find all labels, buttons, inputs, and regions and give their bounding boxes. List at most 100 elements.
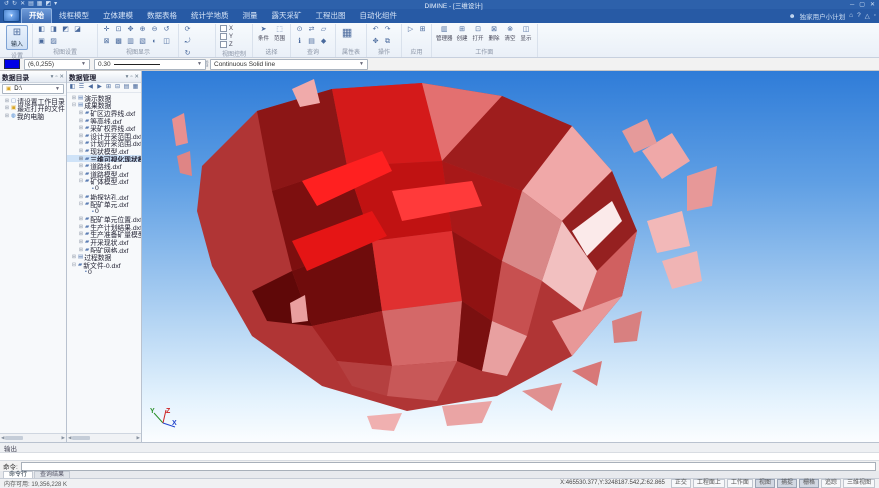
tree-item[interactable]: ⊞ ▰ 计划开采范围.dxf <box>67 140 141 148</box>
tree-item[interactable]: ⊞ ◍ 我的电脑 <box>0 112 66 120</box>
workspace-show-button[interactable]: ◫ 显示 <box>520 25 533 42</box>
collapse-ribbon-icon[interactable]: △ <box>865 12 870 20</box>
tree-item[interactable]: ⊞ ▰ 勘探钻孔.dxf <box>67 193 141 201</box>
status-toggle[interactable]: 追踪 <box>821 479 841 488</box>
shade-icon[interactable]: ▧ <box>138 37 147 46</box>
workspace-open-button[interactable]: ⊡ 打开 <box>472 25 485 42</box>
close-icon[interactable]: ✕ <box>870 1 875 8</box>
view-front-icon[interactable]: ◧ <box>37 25 46 34</box>
query-distance-icon[interactable]: ⇄ <box>307 25 316 34</box>
light-icon[interactable]: ◐ <box>150 37 159 46</box>
dock-menu-icon[interactable]: ▾ <box>51 74 54 80</box>
zoom-extents-icon[interactable]: ✛ <box>102 25 111 34</box>
model-3d[interactable] <box>142 71 879 442</box>
expander-icon[interactable]: ⊞ <box>4 113 10 119</box>
expander-icon[interactable]: ⊞ <box>78 216 84 222</box>
maximize-icon[interactable]: ▢ <box>859 1 865 8</box>
tree-item[interactable]: ⊞ ▰ 配矿网格.dxf <box>67 246 141 254</box>
redo-op-icon[interactable]: ↷ <box>383 25 392 34</box>
app-menu-button[interactable]: ▾ <box>3 9 20 22</box>
expander-icon[interactable]: ⊟ <box>78 178 84 184</box>
pin-icon[interactable]: ▫ <box>130 74 132 80</box>
ribbon-tab[interactable]: 开始 <box>21 8 52 23</box>
workspace-clear-button[interactable]: ⊗ 清空 <box>504 25 517 42</box>
horizontal-scrollbar[interactable]: ◀ ▶ <box>0 433 66 442</box>
tree-item[interactable]: ⊞ ▰ 开采现状.dxf <box>67 238 141 246</box>
tree-item[interactable]: ▪ 0 <box>67 208 141 216</box>
hide-icon[interactable]: ⊠ <box>102 37 111 46</box>
status-toggle[interactable]: 工程面上 <box>693 479 725 488</box>
ribbon-tab[interactable]: 测量 <box>236 9 265 23</box>
axis-lock-checkbox[interactable]: Y <box>220 33 233 40</box>
bottom-tab[interactable]: 查询结果 <box>34 471 70 478</box>
collapse-all-icon[interactable]: ⊟ <box>114 83 121 92</box>
tree-item[interactable]: ⊞ ▰ 配矿单元位置.dxf <box>67 216 141 224</box>
status-toggle[interactable]: 视图 <box>755 479 775 488</box>
active-color-swatch[interactable] <box>4 59 20 69</box>
tree-item[interactable]: ▪ 0 <box>67 269 141 277</box>
output-panel-header[interactable]: 输出 <box>0 442 879 453</box>
move-icon[interactable]: ✥ <box>371 37 380 46</box>
copy-op-icon[interactable]: ⧉ <box>383 37 392 46</box>
tree-item[interactable]: ⊟ ▰ 新文件-0.dxf <box>67 261 141 269</box>
tree-item[interactable]: ⊞ ▤ 过程数据 <box>67 253 141 261</box>
expander-icon[interactable]: ⊞ <box>78 110 84 116</box>
pin-icon[interactable]: ▫ <box>55 74 57 80</box>
expander-icon[interactable]: ⊞ <box>78 156 84 162</box>
expander-icon[interactable]: ⊞ <box>78 231 84 237</box>
query-layer-icon[interactable]: ▤ <box>307 37 316 46</box>
close-panel-icon[interactable]: ✕ <box>134 74 139 80</box>
ribbon-tab[interactable]: 统计学地质 <box>184 9 236 23</box>
tree-item[interactable]: ⊟ ▰ 配矿单元.dxf <box>67 200 141 208</box>
plugin-icon[interactable]: ⊞ <box>418 25 427 34</box>
expander-icon[interactable]: ⊞ <box>78 148 84 154</box>
account-label[interactable]: 独家用户小计划 <box>800 11 846 21</box>
query-volume-icon[interactable]: ◆ <box>319 37 328 46</box>
view-side-icon[interactable]: ◩ <box>61 25 70 34</box>
scroll-right-icon[interactable]: ▶ <box>137 435 140 441</box>
import-button[interactable]: ⊞ 输入 <box>6 25 28 50</box>
expander-icon[interactable]: ⊞ <box>71 95 77 101</box>
spin-icon[interactable]: ↻ <box>183 49 192 58</box>
expander-icon[interactable]: ⊞ <box>78 194 84 200</box>
refresh-icon[interactable]: ↺ <box>162 25 171 34</box>
command-input[interactable] <box>21 462 876 471</box>
scroll-left-icon[interactable]: ◀ <box>68 435 71 441</box>
drive-combo[interactable]: ▣ D:\ ▼ <box>2 84 64 94</box>
scroll-thumb[interactable] <box>5 436 23 440</box>
expander-icon[interactable]: ⊞ <box>78 133 84 139</box>
zoom-out-icon[interactable]: ⊖ <box>150 25 159 34</box>
view-mode-icon[interactable]: ◧ <box>69 83 76 92</box>
tree-item[interactable]: ⊞ ▰ 三维可视化现状模型.dm <box>67 155 141 163</box>
expander-icon[interactable]: ⊟ <box>78 201 84 207</box>
rotate-axis-icon[interactable]: ⤾ <box>183 37 192 46</box>
apply-template-icon[interactable]: ▷ <box>406 25 415 34</box>
tree-item[interactable]: ⊞ ▰ 矿区边界线.dxf <box>67 109 141 117</box>
zoom-in-icon[interactable]: ⊕ <box>138 25 147 34</box>
expander-icon[interactable]: ⊞ <box>78 125 84 131</box>
tree-item[interactable]: ⊞ ▰ 道路线.dxf <box>67 162 141 170</box>
ribbon-tab[interactable]: 工程出图 <box>309 9 353 23</box>
forward-icon[interactable]: ▶ <box>96 83 103 92</box>
expander-icon[interactable]: ⊞ <box>78 171 84 177</box>
tree-item[interactable]: ⊞ ▰ 生产准备矿量模型.dxf <box>67 231 141 239</box>
line-style-combo[interactable]: Continuous Solid line ▼ <box>210 59 368 70</box>
expander-icon[interactable]: ⊞ <box>78 247 84 253</box>
expander-icon[interactable]: ⊞ <box>78 140 84 146</box>
view-top-icon[interactable]: ◨ <box>49 25 58 34</box>
minimize-icon[interactable]: ─ <box>850 2 854 8</box>
tree-item[interactable]: ⊞ ▢ 请设置工作目录 <box>0 97 66 105</box>
tree-item[interactable]: ⊟ ▤ 成果数据 <box>67 102 141 110</box>
query-point-icon[interactable]: ⊙ <box>295 25 304 34</box>
expander-icon[interactable]: ⊞ <box>4 105 10 111</box>
zoom-window-icon[interactable]: ⊡ <box>114 25 123 34</box>
scroll-left-icon[interactable]: ◀ <box>1 435 4 441</box>
ribbon-tab[interactable]: 露天采矿 <box>265 9 309 23</box>
axis-lock-checkbox[interactable]: Z <box>220 41 233 48</box>
line-width-combo[interactable]: 0.30 ▼ <box>94 59 206 70</box>
tree-item[interactable]: ⊞ ▰ 现状模型.dxf <box>67 147 141 155</box>
undo-op-icon[interactable]: ↶ <box>371 25 380 34</box>
bottom-tab[interactable]: 命令行 <box>3 471 33 478</box>
query-area-icon[interactable]: ▱ <box>319 25 328 34</box>
expander-icon[interactable]: ⊞ <box>78 163 84 169</box>
